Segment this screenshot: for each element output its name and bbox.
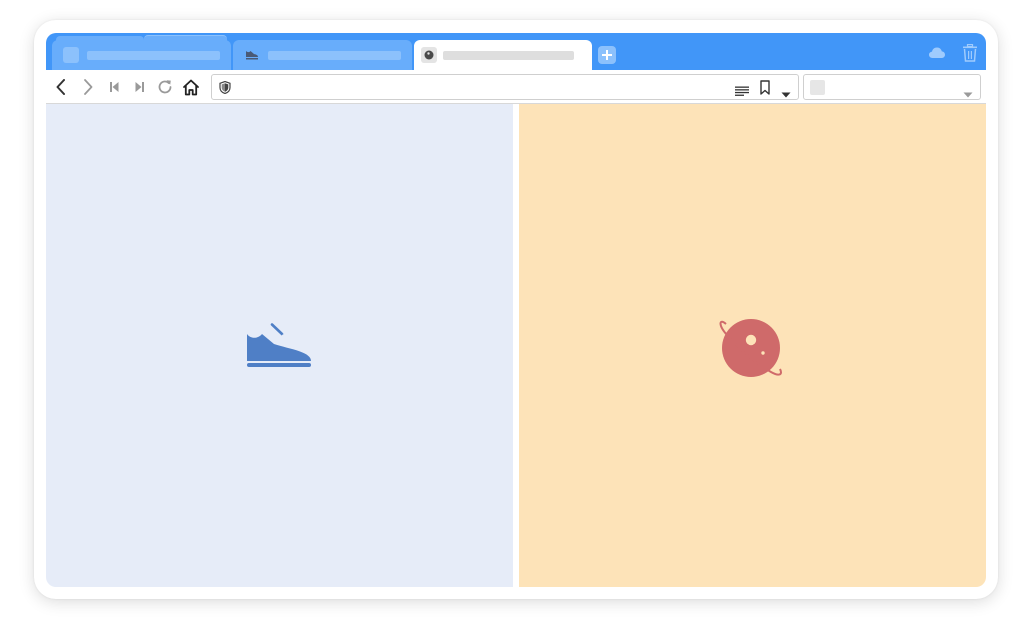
cloud-icon bbox=[929, 47, 945, 58]
reload-icon bbox=[158, 80, 172, 94]
blank-favicon-icon bbox=[63, 47, 79, 63]
tab-2[interactable] bbox=[233, 40, 412, 70]
search-bar[interactable] bbox=[803, 74, 981, 100]
forward-button[interactable] bbox=[79, 78, 97, 96]
tab-title bbox=[443, 50, 574, 60]
home-icon bbox=[183, 79, 199, 95]
new-tab-button[interactable] bbox=[598, 46, 616, 64]
tab-title bbox=[268, 50, 401, 60]
plus-icon bbox=[602, 50, 612, 60]
planet-favicon-icon bbox=[421, 47, 437, 63]
device-frame bbox=[34, 20, 998, 599]
bookmark-icon[interactable] bbox=[760, 80, 770, 95]
chevron-right-icon bbox=[84, 79, 93, 95]
skip-back-icon bbox=[110, 82, 119, 92]
search-dropdown-arrow-icon[interactable] bbox=[963, 85, 973, 98]
url-dropdown-arrow-icon[interactable] bbox=[781, 85, 791, 98]
shoe-icon bbox=[247, 323, 311, 367]
shoe-favicon-icon bbox=[244, 47, 260, 63]
chevron-left-icon bbox=[56, 79, 65, 95]
right-content-pane[interactable] bbox=[519, 104, 986, 587]
reader-view-icon[interactable] bbox=[735, 83, 749, 96]
browser-window bbox=[46, 33, 986, 587]
fast-forward-button[interactable] bbox=[131, 78, 149, 96]
sync-cloud-button[interactable] bbox=[928, 46, 946, 60]
home-button[interactable] bbox=[182, 78, 200, 96]
tab-strip bbox=[46, 33, 986, 70]
shield-icon[interactable] bbox=[219, 80, 231, 95]
trash-icon bbox=[963, 43, 977, 62]
tab-3-active[interactable] bbox=[414, 40, 592, 70]
planet-icon bbox=[719, 319, 782, 377]
tab-1[interactable] bbox=[52, 40, 231, 70]
reload-button[interactable] bbox=[156, 78, 174, 96]
rewind-button[interactable] bbox=[105, 78, 123, 96]
address-bar[interactable] bbox=[211, 74, 799, 100]
left-content-pane[interactable] bbox=[46, 104, 513, 587]
search-engine-icon[interactable] bbox=[810, 80, 825, 95]
tab-title bbox=[87, 50, 220, 60]
trash-button[interactable] bbox=[962, 43, 978, 62]
navigation-toolbar bbox=[46, 70, 986, 104]
back-button[interactable] bbox=[52, 78, 70, 96]
skip-forward-icon bbox=[135, 82, 144, 92]
